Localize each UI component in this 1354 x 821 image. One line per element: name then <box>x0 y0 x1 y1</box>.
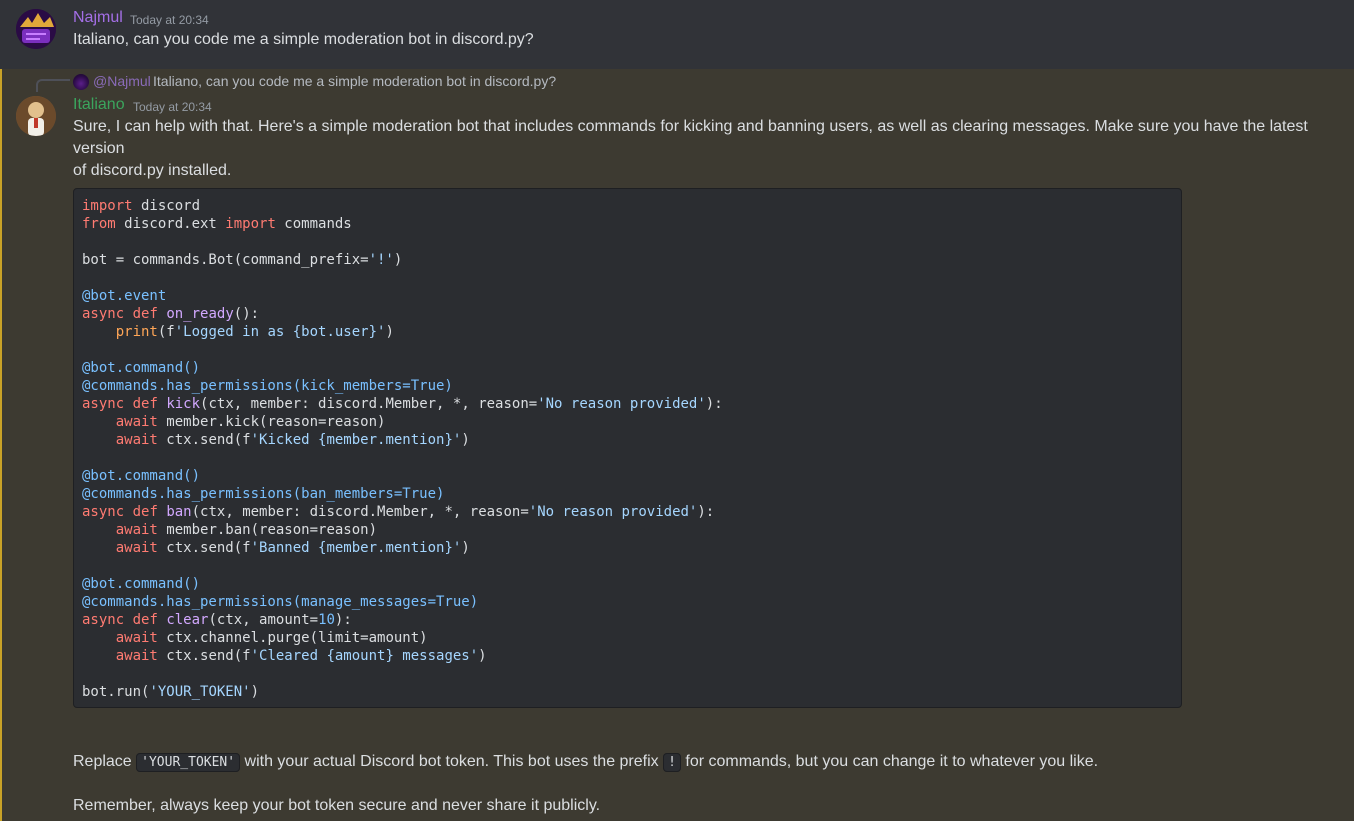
code-line: @commands.has_permissions(ban_members=Tr… <box>82 486 445 502</box>
code-line: @commands.has_permissions(manage_message… <box>82 594 479 610</box>
code-line: @bot.event <box>82 288 167 304</box>
message-paragraph-2: Remember, always keep your bot token sec… <box>73 797 601 814</box>
timestamp[interactable]: Today at 20:34 <box>130 13 209 27</box>
inline-code-token: 'YOUR_TOKEN' <box>136 753 241 772</box>
code-line: await ctx.send(f'Kicked {member.mention}… <box>115 432 470 448</box>
reply-connector <box>36 79 70 92</box>
message-intro: Sure, I can help with that. Here's a sim… <box>73 116 1333 182</box>
italiano-avatar[interactable] <box>16 96 56 136</box>
para1-text-mid: with your actual Discord bot token. This… <box>240 753 664 770</box>
code-line: bot.run('YOUR_TOKEN') <box>82 684 260 700</box>
code-line: print(f'Logged in as {bot.user}') <box>115 324 394 340</box>
code-line: await member.kick(reason=reason) <box>115 414 386 430</box>
mention-highlight-bar <box>0 69 2 821</box>
code-line: await member.ban(reason=reason) <box>115 522 378 538</box>
najmul-avatar[interactable] <box>16 9 56 49</box>
code-line: @commands.has_permissions(kick_members=T… <box>82 378 453 394</box>
code-line: await ctx.send(f'Cleared {amount} messag… <box>115 648 487 664</box>
timestamp[interactable]: Today at 20:34 <box>133 100 212 114</box>
code-line: async def kick(ctx, member: discord.Memb… <box>82 396 723 412</box>
code-line: import discord <box>82 198 201 214</box>
intro-line-1: Sure, I can help with that. Here's a sim… <box>73 118 1308 157</box>
code-line: bot = commands.Bot(command_prefix='!') <box>82 252 403 268</box>
code-line: async def ban(ctx, member: discord.Membe… <box>82 504 715 520</box>
code-line: from discord.ext import commands <box>82 216 352 232</box>
intro-line-2: of discord.py installed. <box>73 162 232 179</box>
code-block[interactable]: import discord from discord.ext import co… <box>73 188 1182 708</box>
code-line: @bot.command() <box>82 468 201 484</box>
author-name[interactable]: Italiano <box>73 96 125 114</box>
inline-code-prefix: ! <box>663 753 681 772</box>
code-line: async def on_ready(): <box>82 306 260 322</box>
code-line: await ctx.send(f'Banned {member.mention}… <box>115 540 470 556</box>
author-name[interactable]: Najmul <box>73 9 123 27</box>
reply-avatar[interactable] <box>73 74 89 90</box>
reply-mention[interactable]: @Najmul <box>93 73 151 89</box>
message-italiano: @Najmul Italiano, can you code me a simp… <box>0 69 1354 821</box>
code-line: async def clear(ctx, amount=10): <box>82 612 352 628</box>
reply-preview-text[interactable]: Italiano, can you code me a simple moder… <box>153 73 556 89</box>
message-text: Italiano, can you code me a simple moder… <box>73 31 534 48</box>
code-line: await ctx.channel.purge(limit=amount) <box>115 630 428 646</box>
code-line: @bot.command() <box>82 360 201 376</box>
para1-text-before: Replace <box>73 753 137 770</box>
message-najmul: Najmul Today at 20:34 Italiano, can you … <box>0 0 1354 69</box>
code-line: @bot.command() <box>82 576 201 592</box>
message-paragraph-1: Replace 'YOUR_TOKEN' with your actual Di… <box>73 751 1098 774</box>
para1-text-after: for commands, but you can change it to w… <box>680 753 1099 770</box>
